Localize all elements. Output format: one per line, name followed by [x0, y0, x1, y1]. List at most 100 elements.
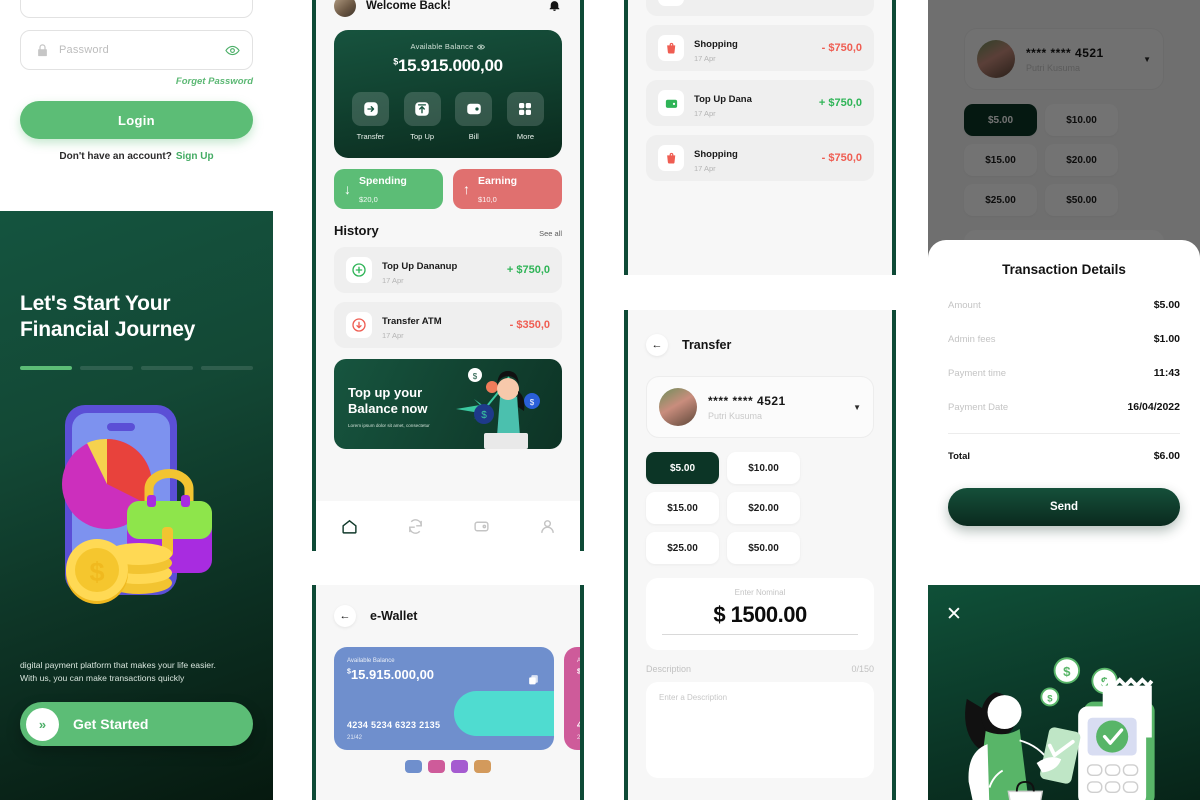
amount-option[interactable]: $25.00 — [646, 532, 719, 564]
bottom-tab-bar — [316, 501, 580, 551]
quick-action-label: Bill — [468, 132, 479, 141]
card-icon[interactable] — [473, 518, 490, 535]
table-row[interactable]: 17 Apr — [646, 0, 874, 16]
arrow-down-icon: ↓ — [344, 181, 351, 197]
detail-key: Admin fees — [948, 333, 996, 345]
progress-dot-3[interactable] — [140, 365, 193, 370]
arrow-left-icon[interactable]: ← — [646, 334, 668, 356]
svg-text:$: $ — [89, 557, 104, 587]
recipient-name: Putri Kusuma — [708, 410, 763, 421]
nominal-input-card[interactable]: Enter Nominal $ 1500.00 — [646, 578, 874, 650]
nominal-underline — [662, 634, 858, 635]
chevron-down-icon[interactable]: ▼ — [853, 403, 861, 412]
column-login-onboarding: Password Forget Password Login Don't hav… — [0, 0, 273, 800]
login-screen: Password Forget Password Login Don't hav… — [0, 0, 273, 211]
double-chevron-right-icon: » — [26, 707, 59, 741]
email-field[interactable] — [20, 0, 253, 18]
transaction-name: Shopping — [694, 148, 738, 160]
wallet-icon — [455, 92, 493, 126]
table-row[interactable]: Transfer ATM 17 Apr - $350,0 — [334, 302, 562, 348]
balance-card: Available Balance $15.915.000,00 Transfe… — [334, 30, 562, 158]
amount-option[interactable]: $10.00 — [727, 452, 800, 484]
table-row[interactable]: Shopping 17 Apr - $750,0 — [646, 135, 874, 181]
spending-value: $20,0 — [359, 195, 378, 204]
wallet-card-currency: $ — [577, 668, 581, 676]
sign-up-link[interactable]: Sign Up — [176, 151, 214, 162]
promo-text: Top up your Balance now Lorem ipsum dolo… — [348, 385, 430, 428]
home-screen: Welcome Back! Available Balance $15.915.… — [312, 0, 584, 551]
transaction-info: Shopping 17 Apr — [694, 144, 812, 173]
grid-icon — [506, 92, 544, 126]
amount-options-grid: $5.00 $10.00 $15.00 $20.00 $25.00 $50.00 — [646, 452, 874, 564]
recipient-card-number: **** **** 4521 — [708, 393, 786, 408]
eye-icon[interactable] — [477, 43, 486, 51]
total-value: $6.00 — [1153, 450, 1180, 462]
recipient-account-selector[interactable]: **** **** 4521 Putri Kusuma ▼ — [646, 376, 874, 438]
transaction-amount: - $350,0 — [509, 319, 550, 331]
quick-action-more[interactable]: More — [503, 92, 548, 141]
table-row[interactable]: Shopping 17 Apr - $750,0 — [646, 25, 874, 71]
avatar[interactable] — [334, 0, 356, 17]
color-swatch-orange[interactable] — [474, 760, 491, 773]
wallet-card-value: 15.915.000,00 — [350, 667, 435, 682]
promo-banner[interactable]: Top up your Balance now Lorem ipsum dolo… — [334, 359, 562, 449]
transaction-amount: - $750,0 — [821, 152, 862, 164]
quick-action-transfer[interactable]: Transfer — [348, 92, 393, 141]
amount-option[interactable]: $50.00 — [727, 532, 800, 564]
person-icon[interactable] — [539, 518, 556, 535]
column-details-success: **** **** 4521 Putri Kusuma ▼ $5.00 $10.… — [928, 0, 1200, 800]
spending-card[interactable]: ↓ Spending $20,0 — [334, 169, 443, 209]
wallet-card[interactable]: Available Balance $15.915.000,00 4234 52… — [564, 647, 584, 750]
refresh-icon[interactable] — [407, 518, 424, 535]
earning-card[interactable]: ↑ Earning $10,0 — [453, 169, 562, 209]
ewallet-screen: ← e-Wallet Available Balance $15.915.000… — [312, 585, 584, 800]
spending-title: Spending — [359, 175, 407, 187]
color-swatch-purple[interactable] — [451, 760, 468, 773]
quick-action-label: More — [516, 132, 535, 141]
get-started-button[interactable]: » Get Started — [20, 702, 253, 746]
quick-action-topup[interactable]: Top Up — [400, 92, 445, 141]
basket-icon — [658, 145, 684, 171]
balance-label: Available Balance — [410, 42, 474, 51]
wallet-cards-strip[interactable]: Available Balance $15.915.000,00 4234 52… — [334, 647, 580, 750]
svg-text:$: $ — [1063, 664, 1071, 679]
table-row[interactable]: Top Up Dana 17 Apr + $750,0 — [646, 80, 874, 126]
transaction-name: Top Up Dananup — [382, 260, 458, 272]
table-row[interactable]: Top Up Dananup 17 Apr + $750,0 — [334, 247, 562, 293]
description-label: Description — [646, 664, 692, 674]
close-icon[interactable]: ✕ — [946, 605, 966, 625]
amount-option[interactable]: $5.00 — [646, 452, 719, 484]
transaction-name: Top Up Dana — [694, 93, 752, 105]
password-input-text: Password — [59, 44, 109, 56]
lock-icon — [33, 41, 51, 59]
description-input[interactable]: Enter a Description — [646, 682, 874, 778]
transaction-date: 17 Apr — [694, 108, 716, 118]
nominal-value: $ 1500.00 — [713, 602, 807, 627]
total-row: Total $6.00 — [948, 450, 1180, 462]
login-button[interactable]: Login — [20, 101, 253, 139]
wallet-card-value: 15.915.000,00 — [581, 667, 584, 682]
earning-value: $10,0 — [478, 195, 497, 204]
arrow-left-icon[interactable]: ← — [334, 605, 356, 627]
password-field[interactable]: Password — [20, 30, 253, 70]
color-swatch-blue[interactable] — [405, 760, 422, 773]
color-swatch-pink[interactable] — [428, 760, 445, 773]
amount-option[interactable]: $20.00 — [727, 492, 800, 524]
eye-icon[interactable] — [225, 43, 240, 58]
amount-option[interactable]: $15.00 — [646, 492, 719, 524]
ewallet-header: ← e-Wallet — [334, 585, 562, 627]
see-all-link[interactable]: See all — [539, 229, 562, 238]
forget-password-link[interactable]: Forget Password — [20, 76, 253, 87]
bell-icon[interactable] — [548, 0, 562, 13]
quick-action-bill[interactable]: Bill — [451, 92, 496, 141]
send-button[interactable]: Send — [948, 488, 1180, 526]
progress-dot-4[interactable] — [200, 365, 253, 370]
copy-icon[interactable] — [527, 673, 540, 686]
wallet-card-amount: $15.915.000,00 — [577, 667, 584, 682]
wallet-card[interactable]: Available Balance $15.915.000,00 4234 52… — [334, 647, 554, 750]
progress-dot-1[interactable] — [20, 365, 73, 370]
transaction-name: Shopping — [694, 38, 738, 50]
onboarding-description: digital payment platform that makes your… — [20, 659, 253, 687]
progress-dot-2[interactable] — [80, 365, 133, 370]
home-icon[interactable] — [341, 518, 358, 535]
